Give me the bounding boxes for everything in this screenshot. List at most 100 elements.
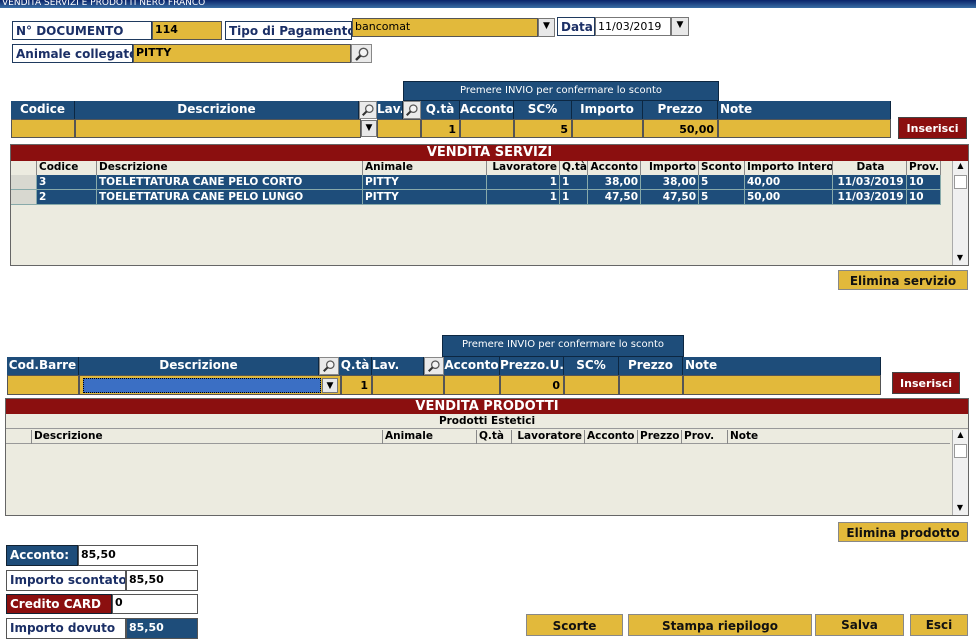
service-deposit-input[interactable] xyxy=(460,119,514,138)
cell-acconto: 47,50 xyxy=(588,190,641,205)
discounted-total-value: 85,50 xyxy=(126,570,198,591)
doc-number-field[interactable]: 114 xyxy=(152,21,222,40)
deposit-total-label: Acconto: xyxy=(6,545,78,566)
products-scrollbar[interactable]: ▲ ▼ xyxy=(952,430,968,515)
col-descrizione: Descrizione xyxy=(75,101,359,119)
exit-button[interactable]: Esci xyxy=(910,614,968,636)
product-note-input[interactable] xyxy=(683,375,881,395)
scroll-up-icon[interactable]: ▲ xyxy=(953,161,968,171)
save-button[interactable]: Salva xyxy=(815,614,904,636)
services-col-codice: Codice xyxy=(37,161,97,175)
col-importo: Importo xyxy=(572,101,643,119)
cell-importo: 47,50 xyxy=(641,190,699,205)
cell-acconto: 38,00 xyxy=(588,175,641,190)
service-dropdown-icon[interactable]: ▼ xyxy=(361,120,377,137)
scroll-thumb[interactable] xyxy=(954,444,967,458)
delete-product-button[interactable]: Elimina prodotto xyxy=(838,522,968,542)
cell-qta: 1 xyxy=(560,175,588,190)
services-col-importo-intero: Importo Intero xyxy=(747,161,833,175)
stock-button[interactable]: Scorte xyxy=(526,614,623,636)
service-description-input[interactable] xyxy=(75,119,361,138)
payment-dropdown-icon[interactable]: ▼ xyxy=(538,18,555,37)
products-col-qta: Q.tà xyxy=(477,430,512,444)
services-entry-row: ▼ 1 5 50,00 xyxy=(11,119,891,138)
barcode-input[interactable] xyxy=(7,375,79,395)
payment-type-select[interactable]: bancomat xyxy=(352,18,538,37)
cell-animale: PITTY xyxy=(363,190,487,205)
product-deposit-input[interactable] xyxy=(444,375,500,395)
scroll-up-icon[interactable]: ▲ xyxy=(953,430,968,440)
products-col-note: Note xyxy=(730,430,759,442)
col-prod-prezzo: Prezzo xyxy=(619,357,683,375)
service-qty-input[interactable]: 1 xyxy=(421,119,460,138)
products-discount-banner: Premere INVIO per confermare lo sconto xyxy=(442,335,684,357)
date-dropdown-icon[interactable]: ▼ xyxy=(671,17,689,36)
services-col-prov: Prov. xyxy=(909,161,941,175)
scroll-thumb[interactable] xyxy=(954,175,967,189)
insert-product-button[interactable]: Inserisci xyxy=(892,372,960,394)
col-prezzo: Prezzo xyxy=(643,101,718,119)
payment-type-label: Tipo di Pagamento: xyxy=(225,21,352,40)
service-amount-input[interactable] xyxy=(572,119,643,138)
card-credit-label: Credito CARD xyxy=(6,594,112,614)
col-acconto: Acconto xyxy=(460,101,514,119)
cell-qta: 1 xyxy=(560,190,588,205)
cell-descrizione: TOELETTATURA CANE PELO CORTO xyxy=(97,175,363,190)
product-description-select[interactable] xyxy=(83,378,321,393)
card-credit-value: 0 xyxy=(112,594,198,614)
scroll-down-icon[interactable]: ▼ xyxy=(953,503,967,513)
cell-importo: 38,00 xyxy=(641,175,699,190)
product-price-input[interactable] xyxy=(619,375,683,395)
products-entry-header: Cod.Barre Descrizione Q.tà Lav. Acconto … xyxy=(7,357,881,375)
animal-search-icon[interactable] xyxy=(351,44,372,63)
services-grid-title: VENDITA SERVIZI xyxy=(11,145,968,161)
services-grid: VENDITA SERVIZI Codice Descrizione Anima… xyxy=(10,144,969,266)
service-discount-input[interactable]: 5 xyxy=(514,119,572,138)
services-col-data: Data xyxy=(833,161,907,175)
table-row[interactable]: 3 TOELETTATURA CANE PELO CORTO PITTY 1 1… xyxy=(11,175,941,190)
cell-prov: 10 xyxy=(907,190,941,205)
window-title: VENDITA SERVIZI E PRODOTTI NERO FRANCO xyxy=(0,0,976,8)
delete-service-button[interactable]: Elimina servizio xyxy=(838,270,968,290)
amount-due-label: Importo dovuto xyxy=(6,618,126,639)
product-search-icon[interactable] xyxy=(319,357,339,375)
animal-field[interactable]: PITTY xyxy=(133,44,351,63)
col-prod-lav: Lav. xyxy=(372,357,424,375)
print-summary-button[interactable]: Stampa riepilogo xyxy=(628,614,812,636)
product-worker-input[interactable] xyxy=(372,375,444,395)
products-col-animale: Animale xyxy=(383,430,477,444)
row-selector[interactable] xyxy=(11,190,37,205)
service-worker-input[interactable] xyxy=(377,119,421,138)
service-price-input[interactable]: 50,00 xyxy=(643,119,718,138)
cell-data: 11/03/2019 xyxy=(833,175,907,190)
products-grid-subtitle: Prodotti Estetici xyxy=(6,414,968,429)
grid-row-selector xyxy=(11,161,37,175)
product-worker-search-icon[interactable] xyxy=(424,357,444,375)
insert-service-button[interactable]: Inserisci xyxy=(898,117,967,139)
product-discount-input[interactable] xyxy=(564,375,619,395)
service-code-input[interactable] xyxy=(11,119,75,138)
scroll-down-icon[interactable]: ▼ xyxy=(953,253,967,263)
row-selector[interactable] xyxy=(11,175,37,190)
deposit-total-value: 85,50 xyxy=(78,545,198,566)
service-note-input[interactable] xyxy=(718,119,891,138)
product-dropdown-icon[interactable]: ▼ xyxy=(322,378,338,393)
services-col-sconto: Sconto xyxy=(699,161,745,175)
worker-search-icon[interactable] xyxy=(403,101,421,119)
product-description-wrapper: ▼ xyxy=(79,375,341,395)
product-unit-price-input[interactable]: 0 xyxy=(500,375,564,395)
date-field[interactable]: 11/03/2019 xyxy=(595,17,671,36)
col-lav: Lav. xyxy=(377,101,403,119)
table-row[interactable]: 2 TOELETTATURA CANE PELO LUNGO PITTY 1 1… xyxy=(11,190,941,205)
services-col-importo: Importo xyxy=(641,161,699,175)
services-col-qta: Q.tà xyxy=(562,161,588,175)
col-prod-prezzo-u: Prezzo.U. xyxy=(500,357,564,375)
discounted-total-label: Importo scontato: xyxy=(6,570,126,591)
col-note: Note xyxy=(718,101,891,119)
service-search-icon[interactable] xyxy=(359,101,377,119)
col-prod-descrizione: Descrizione xyxy=(79,357,319,375)
products-col-prov: Prov. xyxy=(682,430,728,444)
product-qty-input[interactable]: 1 xyxy=(341,375,372,395)
grid-row-selector xyxy=(6,430,32,444)
services-scrollbar[interactable]: ▲ ▼ xyxy=(952,161,968,265)
